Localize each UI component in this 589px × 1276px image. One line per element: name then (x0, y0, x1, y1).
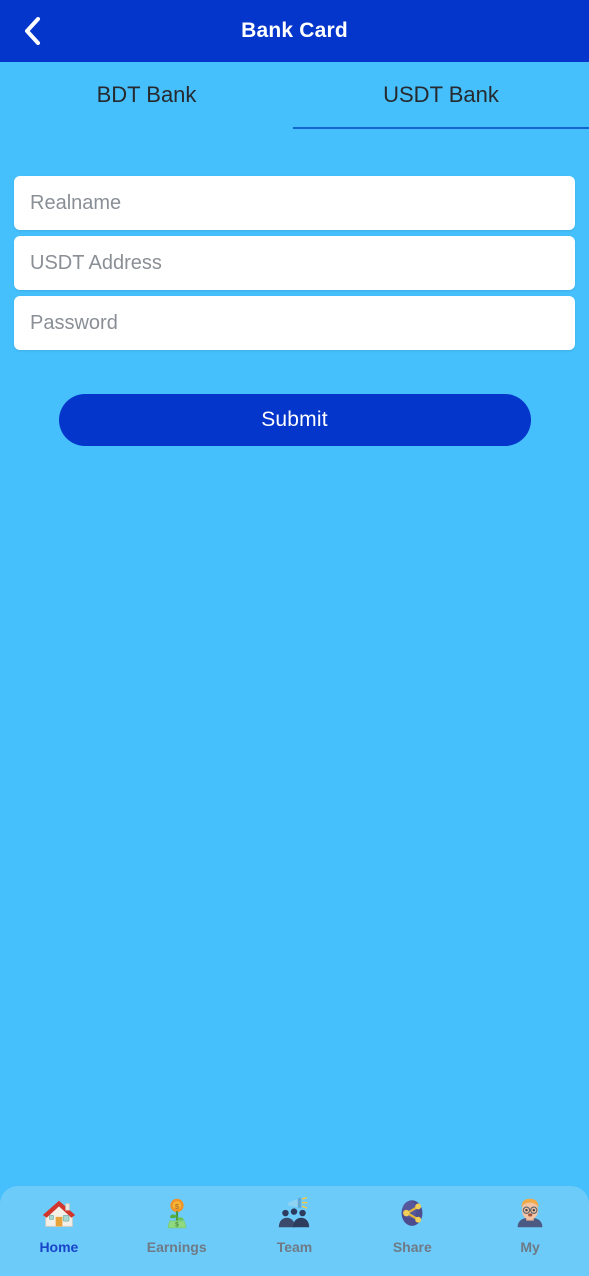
money-plant-icon: $ $ (158, 1195, 196, 1233)
tab-bdt-bank-label: BDT Bank (96, 82, 197, 107)
nav-item-earnings[interactable]: $ $ Earnings (118, 1186, 236, 1276)
submit-button-container: Submit (0, 394, 589, 446)
chevron-left-icon (22, 15, 42, 47)
submit-button[interactable]: Submit (58, 394, 531, 446)
nav-item-team-label: Team (276, 1239, 313, 1255)
people-group-icon (275, 1195, 313, 1233)
tab-usdt-bank-label: USDT Bank (383, 82, 499, 107)
nav-item-my-label: My (520, 1239, 540, 1255)
bank-type-tabs: BDT Bank USDT Bank (0, 62, 589, 134)
nav-item-home-label: Home (39, 1239, 79, 1255)
app-screen: Bank Card BDT Bank USDT Bank Submit (0, 0, 589, 1276)
nav-item-earnings-label: Earnings (146, 1239, 207, 1255)
page-title: Bank Card (241, 19, 348, 42)
bottom-navigation-bar: Home $ $ Earnings Team Share My (0, 1186, 589, 1276)
password-input[interactable] (14, 296, 575, 350)
realname-input[interactable] (14, 176, 575, 230)
bank-card-form (14, 176, 575, 356)
app-header: Bank Card (0, 0, 589, 62)
house-icon (40, 1195, 78, 1233)
share-node-icon (393, 1195, 431, 1233)
svg-text:$: $ (175, 1222, 179, 1229)
tab-bdt-bank[interactable]: BDT Bank (0, 62, 293, 134)
back-button[interactable] (8, 0, 56, 62)
nav-item-share-label: Share (392, 1239, 432, 1255)
nav-item-team[interactable]: Team (236, 1186, 354, 1276)
nav-item-home[interactable]: Home (0, 1186, 118, 1276)
person-face-icon (511, 1195, 549, 1233)
nav-item-my[interactable]: My (471, 1186, 589, 1276)
nav-item-share[interactable]: Share (353, 1186, 471, 1276)
usdt-address-input[interactable] (14, 236, 575, 290)
tab-usdt-bank[interactable]: USDT Bank (293, 62, 589, 134)
